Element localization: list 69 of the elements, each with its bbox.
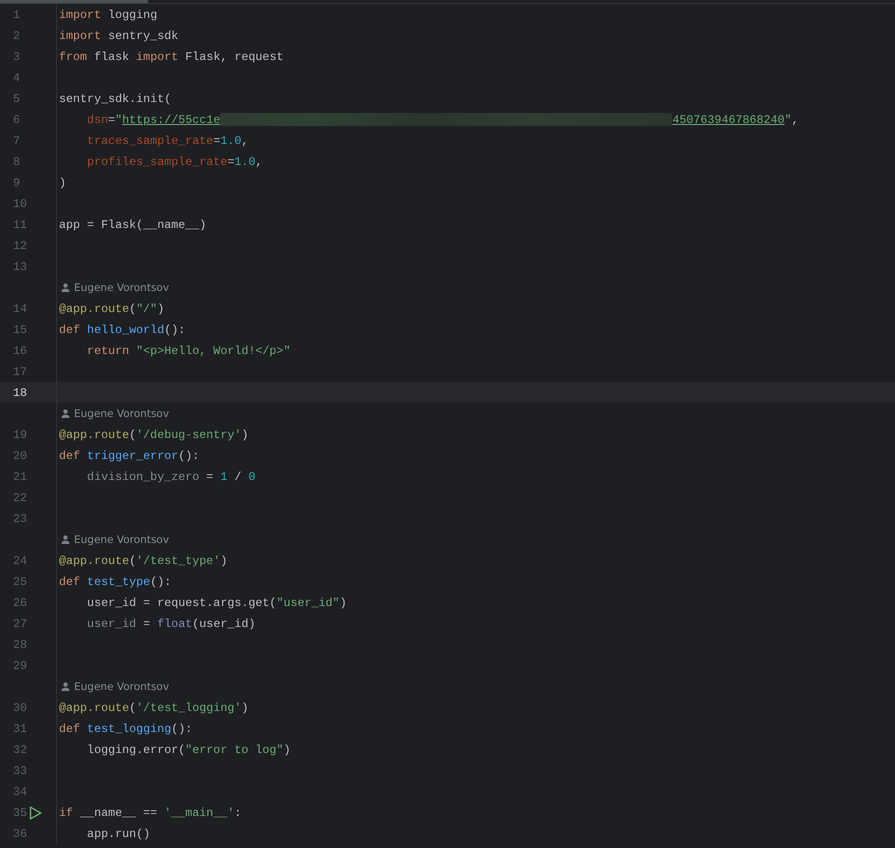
code-line: @app.route('/debug-sentry'): [59, 428, 248, 442]
code-line: sentry_sdk.init(: [59, 92, 172, 106]
line-number: 29: [13, 658, 28, 672]
code-line: app = Flask(__name__): [59, 218, 206, 232]
code-line: def test_logging():: [59, 722, 192, 736]
author-annotation[interactable]: Eugene Vorontsov: [74, 282, 170, 294]
code-line: import logging: [59, 8, 158, 22]
code-line: logging.error("error to log"): [86, 742, 290, 756]
code-line: division_by_zero = 1 / 0: [86, 470, 256, 484]
line-number: 16: [13, 344, 28, 358]
line-number: 33: [13, 764, 28, 778]
code-line: def trigger_error():: [59, 448, 200, 462]
line-number: 7: [13, 134, 22, 148]
author-annotation[interactable]: Eugene Vorontsov: [74, 680, 170, 692]
code-line: app.run(): [86, 826, 150, 840]
code-line: profiles_sample_rate=1.0,: [86, 154, 262, 168]
author-annotation[interactable]: Eugene Vorontsov: [74, 408, 170, 420]
line-number: 9: [13, 176, 22, 190]
code-line: import sentry_sdk: [59, 28, 178, 42]
person-icon: [61, 535, 70, 544]
line-number: 31: [13, 722, 28, 736]
line-number: 24: [13, 554, 28, 568]
code-line: def hello_world():: [59, 322, 186, 336]
line-number: 15: [13, 322, 28, 336]
line-number: 22: [13, 490, 28, 504]
code-line: return "<p>Hello, World!</p>": [86, 344, 290, 358]
line-number: 3: [13, 50, 22, 64]
code-line: from flask import Flask, request: [59, 50, 284, 64]
run-icon[interactable]: [29, 806, 42, 820]
line-number: 28: [13, 638, 28, 652]
person-icon: [61, 682, 70, 691]
line-number: 21: [13, 470, 28, 484]
line-number: 17: [13, 364, 28, 378]
line-number: 26: [13, 596, 28, 610]
code-line: if __name__ == '__main__':: [59, 806, 242, 820]
code-line: traces_sample_rate=1.0,: [86, 134, 248, 148]
line-number: 23: [13, 512, 28, 526]
line-number: 35: [13, 806, 28, 820]
line-number: 13: [13, 260, 28, 274]
line-number: 32: [13, 742, 28, 756]
line-number: 30: [13, 700, 28, 714]
line-number: 6: [13, 112, 22, 126]
line-number: 5: [13, 92, 22, 106]
code-line: user_id = request.args.get("user_id"): [86, 596, 347, 610]
code-line: def test_type():: [59, 574, 172, 588]
author-annotation[interactable]: Eugene Vorontsov: [74, 534, 170, 546]
code-line: @app.route('/test_type'): [59, 554, 228, 568]
line-number: 8: [13, 154, 22, 168]
line-number: 27: [13, 616, 28, 630]
person-icon: [61, 283, 70, 292]
line-number: 11: [13, 218, 28, 232]
line-number: 12: [13, 238, 28, 252]
line-number: 1: [13, 8, 22, 22]
line-number: 4: [13, 70, 22, 84]
line-number: 18: [13, 386, 28, 400]
code-line: @app.route("/"): [59, 302, 164, 316]
line-number: 25: [13, 574, 28, 588]
line-number: 10: [13, 196, 28, 210]
scrollbar-thumb[interactable]: [0, 0, 148, 3]
code-line: user_id = float(user_id): [86, 616, 256, 630]
line-number: 19: [13, 428, 28, 442]
person-icon: [61, 409, 70, 418]
line-number: 14: [13, 302, 28, 316]
line-number: 20: [13, 448, 28, 462]
line-number: 34: [13, 784, 28, 798]
line-number: 36: [13, 826, 28, 840]
line-number: 2: [13, 28, 22, 42]
code-line: ): [59, 176, 66, 190]
code-line: @app.route('/test_logging'): [59, 700, 248, 714]
